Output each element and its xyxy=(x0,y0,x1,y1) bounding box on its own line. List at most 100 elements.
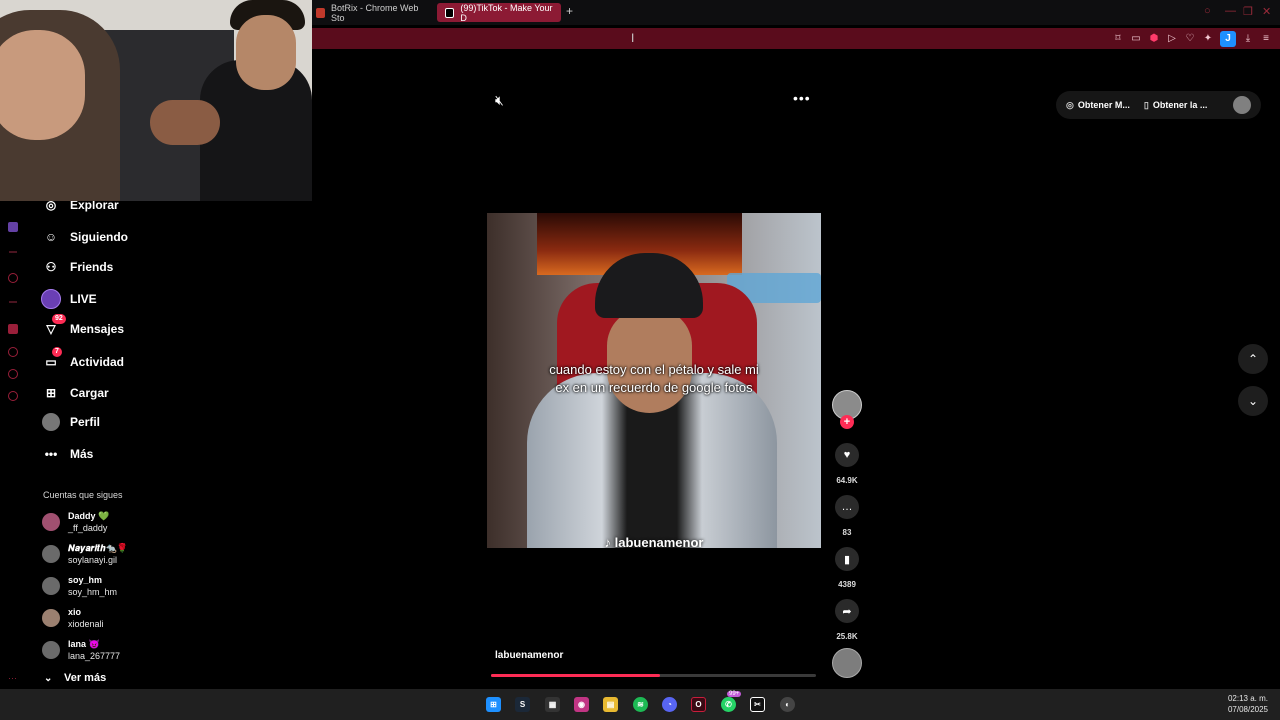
heart-icon[interactable]: ♡ xyxy=(1184,33,1196,45)
account-name: 𝑵𝒂𝒚𝒂𝒓𝒊𝒕𝒉🐀🌹 xyxy=(68,543,128,553)
previous-video-button[interactable]: ⌃ xyxy=(1238,344,1268,374)
file-explorer-icon[interactable]: ▤ xyxy=(603,697,618,712)
app-icon[interactable]: ◐ xyxy=(780,697,795,712)
following-account[interactable]: xio xiodenali xyxy=(42,606,104,630)
whatsapp-icon[interactable]: ✆ xyxy=(721,697,736,712)
webcam-overlay xyxy=(0,0,312,201)
comment-count: 83 xyxy=(842,528,852,537)
opera-gx-icon[interactable]: O xyxy=(691,697,706,712)
extensions-icon[interactable]: ✦ xyxy=(1202,33,1214,45)
chevron-down-icon: ⌄ xyxy=(44,672,53,684)
following-account[interactable]: lana 😈 lana_267777 xyxy=(42,638,120,662)
botrix-icon xyxy=(316,7,325,18)
nav-item-actividad[interactable]: ▭ 7 Actividad xyxy=(40,347,125,373)
video-caption: cuando estoy con el pétalo y sale mi ex … xyxy=(487,361,821,397)
nav-item-cargar[interactable]: ⊞ Cargar xyxy=(40,382,109,404)
nav-item-friends[interactable]: ⚇ Friends xyxy=(40,256,114,278)
nav-item-mas[interactable]: ••• Más xyxy=(40,443,94,465)
account-handle: _ff_daddy xyxy=(68,523,108,533)
sound-avatar[interactable] xyxy=(832,648,862,678)
tiktok-icon xyxy=(445,7,455,18)
save-button[interactable]: ▮ xyxy=(835,547,859,571)
following-account[interactable]: 𝑵𝒂𝒚𝒂𝒓𝒊𝒕𝒉🐀🌹 soylanayi.gil xyxy=(42,542,128,566)
rail-more-icon[interactable]: ··· xyxy=(8,673,17,683)
more-options-icon[interactable]: ••• xyxy=(793,90,811,106)
close-icon[interactable]: ✕ xyxy=(1262,5,1271,18)
twitch-icon[interactable] xyxy=(8,222,18,232)
like-button[interactable]: ♥ xyxy=(835,443,859,467)
account-name: xio xyxy=(68,607,82,617)
nav-label: Friends xyxy=(70,260,114,274)
nav-label: Actividad xyxy=(70,355,125,369)
nav-item-perfil[interactable]: Perfil xyxy=(40,411,100,433)
settings-icon[interactable] xyxy=(8,391,18,401)
pill-label: Obtener M... xyxy=(1077,100,1130,110)
steam-icon[interactable]: S xyxy=(515,697,530,712)
comment-button[interactable]: … xyxy=(835,495,859,519)
windows-taskbar: ⊞ S ▦ ◉ ▤ ≋ ◔ O ✆ 99+ ✂ ◐ xyxy=(0,689,1280,720)
download-icon[interactable]: ⤓ xyxy=(1242,33,1254,45)
play-icon[interactable]: ▷ xyxy=(1166,33,1178,45)
video-author[interactable]: labuenamenor xyxy=(495,650,563,661)
minimize-icon[interactable]: — xyxy=(1225,5,1236,17)
account-handle: xiodenali xyxy=(68,619,104,629)
nav-item-siguiendo[interactable]: ☺ Siguiendo xyxy=(40,226,128,248)
rail-divider xyxy=(9,301,17,303)
new-tab-button[interactable]: + xyxy=(566,4,573,18)
screenshot-icon[interactable]: ▭ xyxy=(1130,33,1142,45)
share-button[interactable]: ➦ xyxy=(835,599,859,623)
app-icon[interactable]: ▦ xyxy=(545,697,560,712)
bookmark-icon[interactable]: ⌑ xyxy=(1112,33,1124,45)
profile-icon[interactable]: J xyxy=(1220,31,1236,47)
get-coins-button[interactable]: ◎ Obtener M... xyxy=(1066,100,1130,111)
nav-item-live[interactable]: LIVE xyxy=(40,288,97,310)
nav-item-mensajes[interactable]: ▽ 92 Mensajes xyxy=(40,314,125,340)
see-more-link[interactable]: ⌄ Ver más xyxy=(44,672,106,684)
whatsapp-badge: 99+ xyxy=(727,691,742,697)
account-handle: lana_267777 xyxy=(68,651,121,661)
discord-icon[interactable]: ◔ xyxy=(662,697,677,712)
phone-icon: ▯ xyxy=(1143,99,1149,110)
capcut-icon[interactable]: ✂ xyxy=(750,697,765,712)
rail-app-icon[interactable] xyxy=(8,324,18,334)
menu-icon[interactable]: ≡ xyxy=(1260,33,1272,45)
rail-app-icon[interactable] xyxy=(8,273,18,283)
bookmark-icon: ▮ xyxy=(843,553,851,566)
following-account[interactable]: soy_hm soy_hm_hm xyxy=(42,574,117,598)
spotify-icon[interactable]: ≋ xyxy=(633,697,648,712)
following-icon: ☺ xyxy=(44,230,58,244)
system-clock[interactable]: 02:13 a. m. 07/08/2025 xyxy=(1228,693,1268,715)
like-count: 64.9K xyxy=(836,476,858,485)
history-icon[interactable] xyxy=(8,347,18,357)
tab-botrix[interactable]: BotRix - Chrome Web Sto xyxy=(308,2,432,23)
windows-start-icon[interactable]: ⊞ xyxy=(486,697,501,712)
tab-tiktok[interactable]: (99)TikTok - Make Your D xyxy=(437,2,561,23)
following-account[interactable]: Daddy 💚 _ff_daddy xyxy=(42,510,109,534)
next-video-button[interactable]: ⌄ xyxy=(1238,386,1268,416)
tab-label: (99)TikTok - Make Your D xyxy=(460,2,553,23)
get-app-button[interactable]: ▯ Obtener la ... xyxy=(1144,100,1207,111)
mute-icon[interactable]: 🔇︎ xyxy=(495,92,504,109)
follow-plus-button[interactable]: + xyxy=(840,415,854,429)
tab-label: BotRix - Chrome Web Sto xyxy=(331,2,419,23)
rail-app-icon[interactable] xyxy=(8,369,18,379)
user-avatar[interactable] xyxy=(1233,96,1251,114)
video-player[interactable]: cuando estoy con el pétalo y sale mi ex … xyxy=(487,213,821,548)
avatar xyxy=(42,577,60,595)
share-count: 25.8K xyxy=(836,632,858,641)
webcam-face-right xyxy=(236,15,296,90)
account-handle: soy_hm_hm xyxy=(68,587,118,597)
search-tabs-icon[interactable]: ○ xyxy=(1204,5,1211,17)
instagram-icon[interactable]: ◉ xyxy=(574,697,589,712)
video-progress-bar[interactable] xyxy=(491,674,816,677)
rail-divider xyxy=(9,251,17,253)
nav-label: Mensajes xyxy=(70,322,125,336)
maximize-icon[interactable]: ❐ xyxy=(1243,5,1253,18)
shield-icon[interactable]: ⬢ xyxy=(1148,33,1160,45)
share-icon: ➦ xyxy=(842,605,852,618)
clock-date: 07/08/2025 xyxy=(1227,705,1268,714)
chevron-down-icon: ⌄ xyxy=(1247,394,1259,408)
text-cursor-icon: I xyxy=(631,31,635,45)
browser-toolbar: ⌑ ▭ ⬢ ▷ ♡ ✦ J ⤓ ≡ xyxy=(1112,31,1272,47)
activity-badge: 7 xyxy=(52,347,62,357)
